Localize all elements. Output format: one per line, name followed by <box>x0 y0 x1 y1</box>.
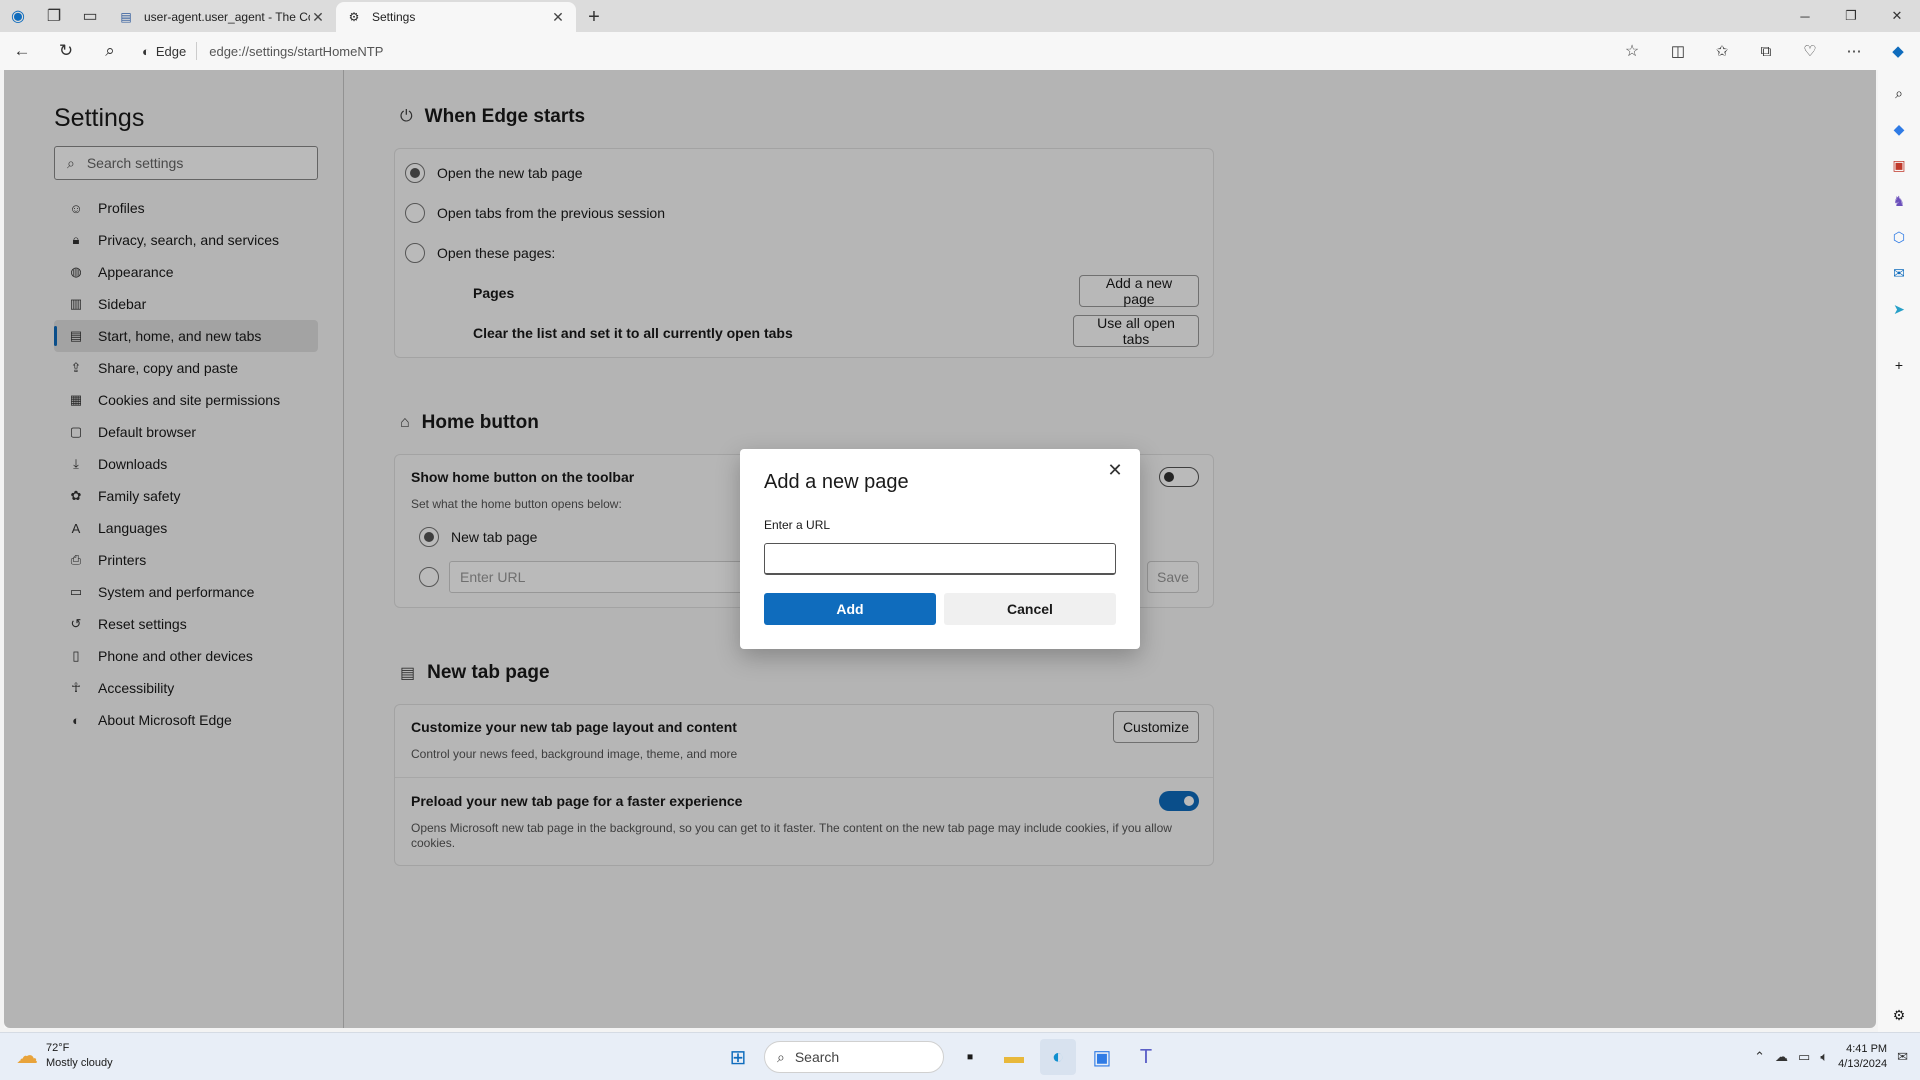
edge-taskbar-icon[interactable]: ◐ <box>1040 1039 1076 1075</box>
clock-time: 4:41 PM <box>1846 1043 1888 1055</box>
sidebar-search-icon[interactable]: ⌕ <box>1888 82 1910 104</box>
copilot-icon[interactable]: ◆ <box>1876 34 1920 68</box>
weather-widget[interactable]: ☁ 72°F Mostly cloudy <box>16 1041 113 1071</box>
add-page-dialog: Add a new page ✕ Enter a URL Add Cancel <box>740 449 1140 649</box>
weather-temp: 72°F <box>46 1042 70 1054</box>
drop-icon[interactable]: ➤ <box>1888 298 1910 320</box>
chevron-up-icon[interactable]: ⌃ <box>1754 1049 1765 1065</box>
microsoft365-icon[interactable]: ⬡ <box>1888 226 1910 248</box>
display-icon[interactable]: ▭ <box>1798 1049 1810 1065</box>
split-screen-icon[interactable]: ◫ <box>1656 34 1700 68</box>
site-identity[interactable]: ◐ Edge <box>132 42 198 60</box>
gear-icon: ⚙ <box>348 10 360 24</box>
url-field-label: Enter a URL <box>764 518 831 532</box>
tab-settings[interactable]: ⚙ Settings ✕ <box>336 2 576 32</box>
shopping-icon[interactable]: ◆ <box>1888 118 1910 140</box>
teams-icon[interactable]: T <box>1128 1039 1164 1075</box>
workspaces-icon[interactable]: ❐ <box>36 0 72 32</box>
browser-essentials-icon[interactable]: ♡ <box>1788 34 1832 68</box>
close-icon[interactable]: ✕ <box>1102 457 1128 483</box>
edge-logo-icon: ◐ <box>142 43 150 59</box>
document-icon: ▤ <box>120 10 132 24</box>
add-button[interactable]: Add <box>764 593 936 625</box>
minimize-icon[interactable]: ─ <box>1782 0 1828 32</box>
system-tray: ⌃ ☁ ▭ 🔈︎ 4:41 PM 4/13/2024 ✉ <box>1754 1039 1908 1075</box>
weather-text: 72°F Mostly cloudy <box>46 1041 113 1071</box>
search-label: Search <box>794 1049 840 1065</box>
notification-icon[interactable]: ✉ <box>1897 1049 1908 1065</box>
navigation-bar: ← ↻ ⌕ ◐ Edge edge://settings/startHomeNT… <box>0 32 1920 70</box>
onedrive-icon[interactable]: ☁ <box>1775 1049 1788 1065</box>
store-icon[interactable]: ▣ <box>1084 1039 1120 1075</box>
dialog-title: Add a new page <box>764 471 909 493</box>
cancel-button[interactable]: Cancel <box>944 593 1116 625</box>
sidebar-settings-icon[interactable]: ⚙ <box>1888 1004 1910 1026</box>
tab-user-agent[interactable]: ▤ user-agent.user_agent - The Coll ✕ <box>108 2 336 32</box>
window-controls: ─ ❐ ✕ <box>1782 0 1920 32</box>
games-icon[interactable]: ♞ <box>1888 190 1910 212</box>
site-label: Edge <box>155 43 187 59</box>
url-input[interactable] <box>764 543 1116 575</box>
new-tab-button[interactable]: + <box>576 2 612 32</box>
file-explorer-icon[interactable]: ▬ <box>996 1039 1032 1075</box>
close-window-icon[interactable]: ✕ <box>1874 0 1920 32</box>
profile-icon[interactable]: ◉ <box>0 0 36 32</box>
outlook-icon[interactable]: ✉ <box>1888 262 1910 284</box>
tab-title: Settings <box>372 10 416 24</box>
weather-desc: Mostly cloudy <box>46 1057 113 1069</box>
back-arrow-icon[interactable]: ← <box>0 34 44 68</box>
close-tab-icon[interactable]: ✕ <box>550 9 566 26</box>
task-view-icon[interactable]: ▪ <box>952 1039 988 1075</box>
collections-icon[interactable]: ⧉ <box>1744 34 1788 68</box>
search-icon: ⌕ <box>777 1048 785 1065</box>
close-tab-icon[interactable]: ✕ <box>310 9 326 26</box>
tab-actions-icon[interactable]: ▭ <box>72 0 108 32</box>
add-sidebar-app-icon[interactable]: + <box>1888 354 1910 376</box>
restore-icon[interactable]: ❐ <box>1828 0 1874 32</box>
favorites-icon[interactable]: ✩ <box>1700 34 1744 68</box>
tab-title: user-agent.user_agent - The Coll <box>144 10 310 24</box>
taskbar: ☁ 72°F Mostly cloudy ⊞ ⌕ Search ▪ ▬ ◐ ▣ … <box>0 1032 1920 1080</box>
taskbar-search[interactable]: ⌕ Search <box>764 1041 944 1073</box>
favorite-star-icon[interactable]: ☆ <box>1616 41 1648 61</box>
title-bar: ◉ ❐ ▭ ▤ user-agent.user_agent - The Coll… <box>0 0 1920 32</box>
cloud-sun-icon: ☁ <box>16 1043 38 1068</box>
more-options-icon[interactable]: ⋯ <box>1832 34 1876 68</box>
address-bar[interactable]: ◐ Edge edge://settings/startHomeNTP ☆ <box>132 36 1648 66</box>
refresh-icon[interactable]: ↻ <box>44 34 88 68</box>
clock[interactable]: 4:41 PM 4/13/2024 <box>1838 1042 1887 1072</box>
taskbar-apps: ⊞ ⌕ Search ▪ ▬ ◐ ▣ T <box>720 1039 1164 1075</box>
volume-icon[interactable]: 🔈︎ <box>1820 1049 1828 1065</box>
clock-date: 4/13/2024 <box>1838 1058 1888 1070</box>
tools-icon[interactable]: ▣ <box>1888 154 1910 176</box>
search-icon[interactable]: ⌕ <box>88 34 132 68</box>
edge-sidebar: ⌕ ◆ ▣ ♞ ⬡ ✉ ➤ + ⚙ <box>1878 70 1920 1032</box>
windows-start-icon[interactable]: ⊞ <box>720 1039 756 1075</box>
url-text[interactable]: edge://settings/startHomeNTP <box>197 44 1616 59</box>
